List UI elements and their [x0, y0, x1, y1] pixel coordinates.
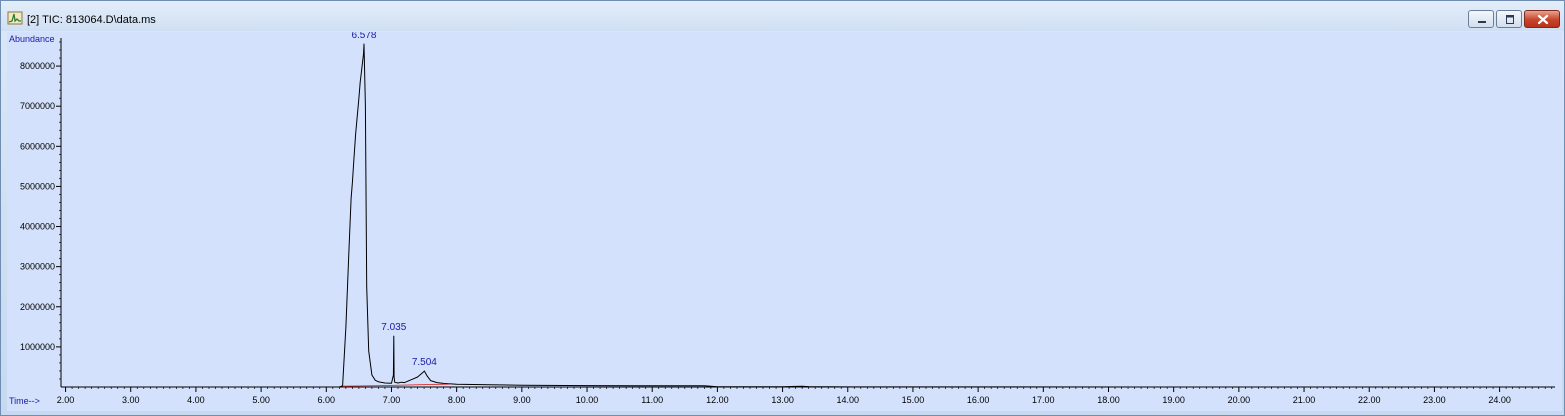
- x-tick-label: 16.00: [967, 395, 990, 405]
- y-tick-label: 3000000: [20, 262, 55, 272]
- window-title: [2] TIC: 813064.D\data.ms: [27, 14, 156, 26]
- x-tick-label: 22.00: [1358, 395, 1381, 405]
- title-bar[interactable]: [2] TIC: 813064.D\data.ms: [1, 1, 1564, 31]
- x-tick-label: 6.00: [318, 395, 336, 405]
- tic-trace-line: [61, 43, 1555, 388]
- x-tick-label: 2.00: [57, 395, 75, 405]
- chromatogram-plot-area[interactable]: 2.00 3.00 4.00 5.00 6.00 7.00 8.00 9.00 10.00 11.…: [7, 32, 1562, 411]
- chromatogram-window: [2] TIC: 813064.D\data.ms 2.00 3.00 4.00 5.…: [0, 0, 1565, 416]
- y-axis-title: Abundance: [9, 34, 55, 44]
- x-tick-label: 14.00: [836, 395, 859, 405]
- x-tick-label: 4.00: [187, 395, 205, 405]
- close-icon: [1537, 14, 1549, 25]
- minimize-icon: [1478, 21, 1486, 23]
- close-button[interactable]: [1524, 10, 1560, 28]
- x-tick-label: 13.00: [771, 395, 794, 405]
- restore-icon: [1506, 15, 1514, 24]
- y-tick-label: 8000000: [20, 61, 55, 71]
- x-tick-label: 17.00: [1032, 395, 1055, 405]
- chromatogram-app-icon: [7, 11, 23, 25]
- y-tick-label: 7000000: [20, 101, 55, 111]
- x-tick-label: 21.00: [1293, 395, 1316, 405]
- x-tick-label: 5.00: [252, 395, 270, 405]
- tic-chromatogram-chart: 2.00 3.00 4.00 5.00 6.00 7.00 8.00 9.00 10.00 11.…: [9, 32, 1555, 406]
- maximize-button[interactable]: [1496, 10, 1522, 28]
- y-tick-label: 5000000: [20, 181, 55, 191]
- minimize-button[interactable]: [1468, 10, 1494, 28]
- x-tick-label: 15.00: [902, 395, 925, 405]
- x-tick-label: 18.00: [1097, 395, 1120, 405]
- x-tick-label: 20.00: [1228, 395, 1251, 405]
- x-tick-label: 10.00: [576, 395, 599, 405]
- x-tick-label: 24.00: [1488, 395, 1511, 405]
- x-tick-label: 19.00: [1162, 395, 1185, 405]
- peak-retention-label: 6.578: [351, 32, 376, 41]
- x-tick-label: 3.00: [122, 395, 140, 405]
- peak-retention-label: 7.035: [381, 322, 406, 333]
- integration-baseline-line: [342, 383, 451, 387]
- x-tick-label: 23.00: [1423, 395, 1446, 405]
- y-tick-label: 2000000: [20, 302, 55, 312]
- x-axis-title: Time-->: [9, 396, 40, 406]
- x-tick-label: 8.00: [448, 395, 466, 405]
- x-tick-label: 12.00: [706, 395, 729, 405]
- y-tick-label: 1000000: [20, 342, 55, 352]
- x-tick-label: 7.00: [383, 395, 401, 405]
- peak-retention-label: 7.504: [412, 357, 437, 368]
- y-tick-label: 4000000: [20, 222, 55, 232]
- x-tick-label: 11.00: [641, 395, 663, 405]
- x-tick-label: 9.00: [513, 395, 531, 405]
- y-tick-label: 6000000: [20, 141, 55, 151]
